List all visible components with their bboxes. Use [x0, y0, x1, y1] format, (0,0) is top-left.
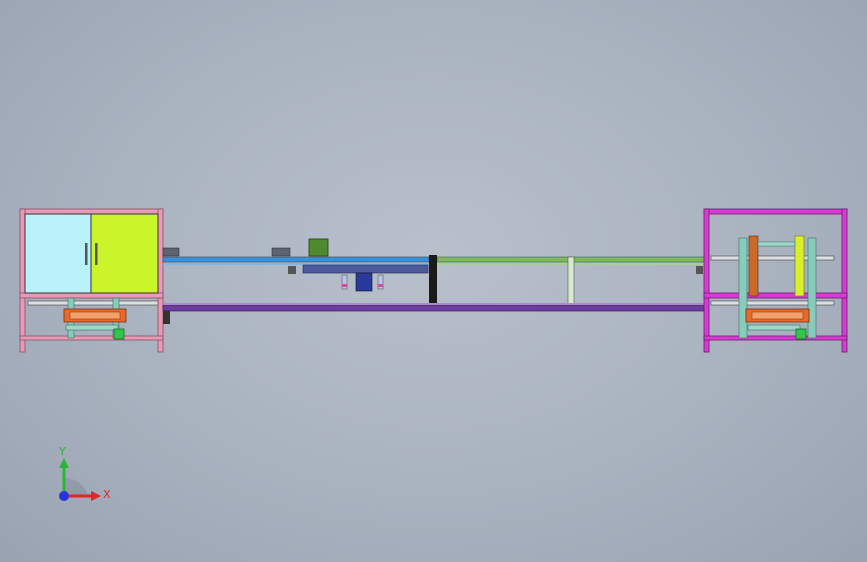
triad-y-label: Y — [58, 445, 66, 458]
right-lift-base — [747, 324, 801, 331]
lower-rail-top-edge — [163, 303, 705, 305]
sensor-mount — [288, 266, 296, 274]
y-axis-arrowhead-icon — [59, 458, 69, 468]
cabinet-door-left[interactable] — [24, 213, 92, 294]
right-frame-mid-beam — [703, 292, 848, 299]
right-yellow-column — [794, 235, 805, 297]
right-orange-column — [748, 235, 759, 297]
left-frame-post-right — [157, 208, 164, 353]
right-teal-upright-left — [738, 237, 748, 339]
fitting-left — [162, 247, 180, 257]
left-frame-low-beam — [19, 335, 164, 341]
right-lift-motor — [795, 328, 807, 340]
right-magazine-station[interactable] — [703, 208, 848, 353]
door-handle-right — [95, 243, 98, 265]
x-axis-arrowhead-icon — [91, 491, 101, 501]
coordinate-triad: Y X — [58, 445, 111, 501]
left-lift-pallet-inner — [69, 311, 121, 320]
gripper-tip-left — [342, 284, 347, 287]
left-lift-base — [65, 324, 119, 331]
conveyor-assembly[interactable] — [162, 238, 706, 324]
left-frame-mid-beam — [19, 292, 164, 299]
right-lift-pallet-inner — [751, 311, 804, 320]
gripper-body — [355, 272, 373, 292]
gripper-carriage[interactable] — [302, 264, 429, 274]
center-divider-column — [429, 255, 437, 305]
right-frame-post-left — [703, 208, 710, 353]
left-cabinet-station[interactable] — [19, 208, 164, 353]
lower-rail-bracket-left — [163, 311, 170, 324]
cabinet-door-right[interactable] — [90, 213, 159, 294]
drive-motor-box[interactable] — [308, 238, 329, 257]
gripper-tip-right — [378, 284, 383, 287]
green-conveyor-post — [567, 256, 575, 306]
fitting-mid — [271, 247, 291, 257]
right-frame-low-beam — [703, 335, 848, 341]
door-handle-left — [85, 243, 88, 265]
right-frame-top-beam — [703, 208, 848, 215]
z-axis-icon — [59, 491, 69, 501]
end-stop-right — [696, 266, 703, 274]
lower-rail-purple[interactable] — [162, 304, 706, 312]
left-frame-top-beam — [19, 208, 164, 215]
left-shelf-plate — [27, 300, 159, 306]
left-lift-motor — [113, 328, 125, 340]
right-teal-upright-right — [807, 237, 817, 339]
left-frame-post-left — [19, 208, 26, 353]
upper-conveyor-blue[interactable] — [162, 256, 430, 263]
right-frame-post-right — [841, 208, 848, 353]
cad-viewport[interactable]: Y X — [0, 0, 867, 562]
triad-x-label: X — [103, 488, 111, 501]
right-cross-bar — [757, 241, 796, 247]
